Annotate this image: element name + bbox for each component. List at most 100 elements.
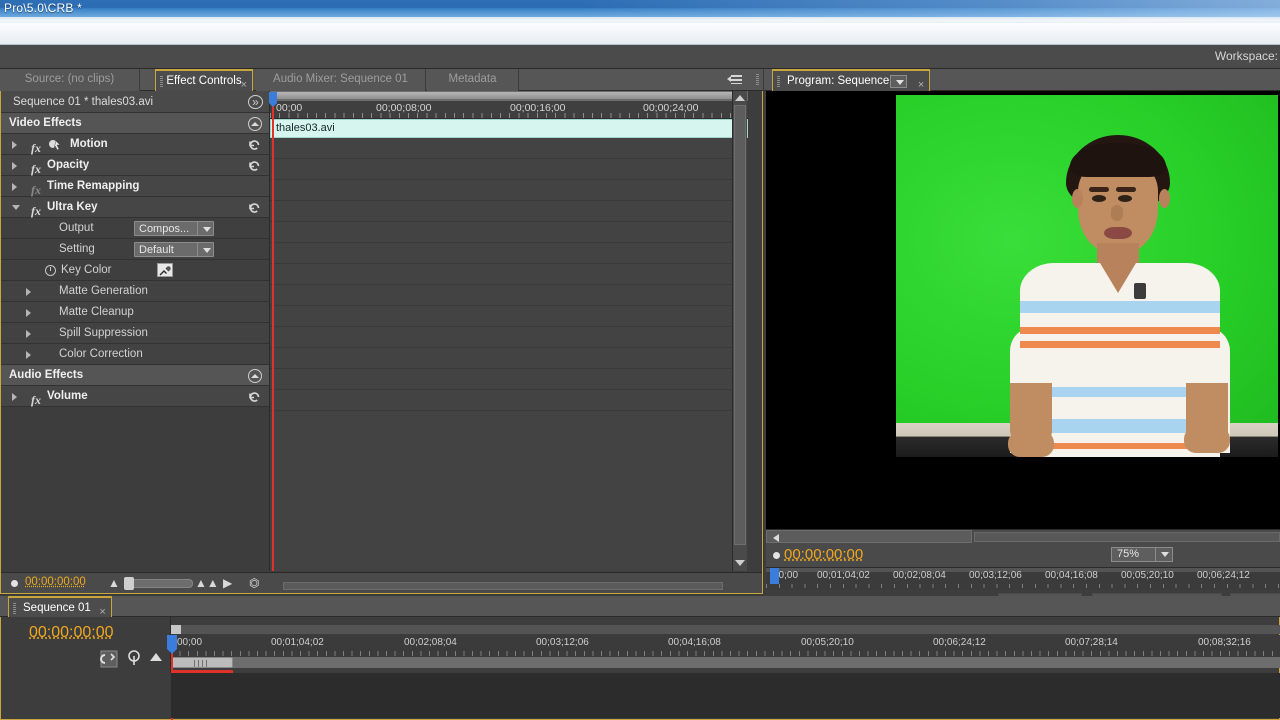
ec-zoom-handle[interactable] xyxy=(124,577,134,590)
reset-icon[interactable] xyxy=(248,159,261,172)
program-monitor-tab-row: Program: Sequence 01 × xyxy=(764,69,1280,91)
ec-view-slider-track[interactable] xyxy=(270,91,748,101)
ec-view-slider-thumb[interactable] xyxy=(270,92,740,99)
effect-row-ultra-key[interactable]: fx Ultra Key xyxy=(1,197,269,218)
subsection-row-spill-suppression[interactable]: Spill Suppression xyxy=(1,323,269,344)
reset-icon[interactable] xyxy=(248,201,261,214)
output-dropdown[interactable]: Compos... xyxy=(134,221,214,236)
ec-grid-row xyxy=(270,180,748,201)
timeline-zoom-track[interactable] xyxy=(171,657,1280,668)
zoom-out-icon[interactable]: ▲ xyxy=(108,576,120,590)
clip-header-label: Sequence 01 * thales03.avi xyxy=(13,96,154,108)
reset-icon[interactable] xyxy=(248,138,261,151)
program-monitor-scroll-row[interactable] xyxy=(766,529,1280,543)
ec-vertical-scrollbar[interactable] xyxy=(732,91,747,571)
tab-source[interactable]: Source: (no clips) xyxy=(0,69,140,91)
property-label-setting: Setting xyxy=(59,243,95,255)
pm-scroll-right[interactable] xyxy=(974,532,1280,542)
program-monitor-ruler[interactable]: 00;00 00;01;04;02 00;02;08;04 00;03;12;0… xyxy=(766,567,1280,589)
ec-playhead-handle[interactable] xyxy=(269,92,277,107)
scroll-left-icon[interactable] xyxy=(271,581,282,592)
program-monitor-timecode[interactable]: 00:00:00:00 xyxy=(784,546,863,563)
tab-audio-mixer[interactable]: Audio Mixer: Sequence 01 xyxy=(256,69,426,91)
disclosure-triangle-icon[interactable] xyxy=(26,330,31,338)
subsection-row-matte-generation[interactable]: Matte Generation xyxy=(1,281,269,302)
eyedropper-button[interactable] xyxy=(157,263,173,277)
zoom-in-icon[interactable]: ▲▲ xyxy=(195,576,219,590)
effect-controls-footer: 00:00:00:00 ▲ ▲▲ ▶ ⏣ xyxy=(1,572,762,593)
setting-dropdown[interactable]: Default xyxy=(134,242,214,257)
disclosure-triangle-icon[interactable] xyxy=(26,351,31,359)
menu-bar[interactable] xyxy=(0,23,1280,45)
subsection-row-matte-cleanup[interactable]: Matte Cleanup xyxy=(1,302,269,323)
pm-scroll-left[interactable] xyxy=(766,530,972,543)
stopwatch-icon[interactable] xyxy=(45,265,56,276)
eyebrow-left xyxy=(1089,187,1109,192)
timeline-zoom-thumb[interactable] xyxy=(171,657,233,668)
panel-grip-icon[interactable] xyxy=(756,74,759,86)
ec-horizontal-scrollbar[interactable] xyxy=(271,580,739,593)
tab-sequence-01[interactable]: Sequence 01 × xyxy=(8,596,112,618)
track-header-column[interactable] xyxy=(1,673,171,718)
ec-grid-row xyxy=(270,285,748,306)
disclosure-triangle-open-icon[interactable] xyxy=(12,205,20,210)
ec-playhead[interactable] xyxy=(269,92,277,571)
hand-right xyxy=(1184,427,1230,453)
tab-program-monitor-label: Program: Sequence 01 xyxy=(787,75,906,87)
disclosure-triangle-icon[interactable] xyxy=(12,162,17,170)
timeline-playhead-handle[interactable] xyxy=(167,635,177,654)
lapel-microphone xyxy=(1134,283,1146,299)
property-row-setting[interactable]: Setting Default xyxy=(1,239,269,260)
timeline-tracks-area[interactable] xyxy=(1,673,1280,718)
disclosure-triangle-icon[interactable] xyxy=(26,288,31,296)
scroll-up-icon[interactable] xyxy=(735,93,746,104)
zoom-level-dropdown[interactable]: 75% xyxy=(1111,547,1173,562)
timeline-ruler[interactable]: 00;00 00;01;04;02 00;02;08;04 00;03;12;0… xyxy=(171,635,1280,657)
subsection-row-color-correction[interactable]: Color Correction xyxy=(1,344,269,365)
transition-icon[interactable]: ⏣ xyxy=(249,576,259,590)
hair-front xyxy=(1070,143,1166,177)
ec-clip-bar[interactable]: thales03.avi xyxy=(270,119,748,138)
tab-metadata[interactable]: Metadata xyxy=(427,69,519,91)
keyframe-nav-icon[interactable]: ▶ xyxy=(223,576,232,590)
effect-row-volume[interactable]: fx Volume xyxy=(1,386,269,407)
disclosure-triangle-icon[interactable] xyxy=(12,183,17,191)
panel-menu-icon[interactable] xyxy=(727,72,745,88)
property-row-output[interactable]: Output Compos... xyxy=(1,218,269,239)
pm-ruler-tick: 00;06;24;12 xyxy=(1197,570,1250,581)
scroll-down-icon[interactable] xyxy=(735,558,746,569)
timeline-view-strip[interactable] xyxy=(171,625,1280,634)
chevron-down-icon[interactable] xyxy=(1155,548,1172,561)
property-row-key-color[interactable]: Key Color xyxy=(1,260,269,281)
ec-scroll-thumb[interactable] xyxy=(734,105,746,545)
ec-grid-row xyxy=(270,201,748,222)
ec-time-ruler[interactable]: 00;00 00;00;08;00 00;00;16;00 00;00;24;0… xyxy=(270,101,748,119)
disclosure-triangle-icon[interactable] xyxy=(12,393,17,401)
timeline-timecode[interactable]: 00:00:00:00 xyxy=(29,624,114,642)
program-monitor-video[interactable] xyxy=(766,91,1280,529)
reset-icon[interactable] xyxy=(248,390,261,403)
disclosure-triangle-icon[interactable] xyxy=(12,141,17,149)
tl-ruler-tick: 00;07;28;14 xyxy=(1065,637,1118,648)
tab-effect-controls[interactable]: Effect Controls × xyxy=(155,69,253,91)
ec-hscroll-thumb[interactable] xyxy=(283,582,723,590)
tab-program-monitor[interactable]: Program: Sequence 01 × xyxy=(772,69,931,91)
chevron-down-icon[interactable] xyxy=(197,222,213,235)
effect-row-opacity[interactable]: fx Opacity xyxy=(1,155,269,176)
marker-flag-icon[interactable] xyxy=(146,649,166,669)
double-chevron-icon[interactable]: » xyxy=(248,95,263,109)
tl-ruler-tick: 00;06;24;12 xyxy=(933,637,986,648)
collapse-icon[interactable] xyxy=(248,369,262,383)
marker-icon[interactable] xyxy=(124,649,144,669)
ec-zoom-slider[interactable] xyxy=(131,579,193,588)
disclosure-triangle-icon[interactable] xyxy=(26,309,31,317)
timeline-view-knob[interactable] xyxy=(171,625,181,634)
snap-icon[interactable] xyxy=(99,649,119,669)
ec-footer-timecode[interactable]: 00:00:00:00 xyxy=(25,576,86,588)
effect-row-time-remapping[interactable]: fx Time Remapping xyxy=(1,176,269,197)
pm-playhead-handle[interactable] xyxy=(770,568,779,584)
effect-row-motion[interactable]: fx Motion xyxy=(1,134,269,155)
chevron-down-icon[interactable] xyxy=(890,75,908,88)
chevron-down-icon[interactable] xyxy=(197,243,213,256)
collapse-icon[interactable] xyxy=(248,117,262,131)
